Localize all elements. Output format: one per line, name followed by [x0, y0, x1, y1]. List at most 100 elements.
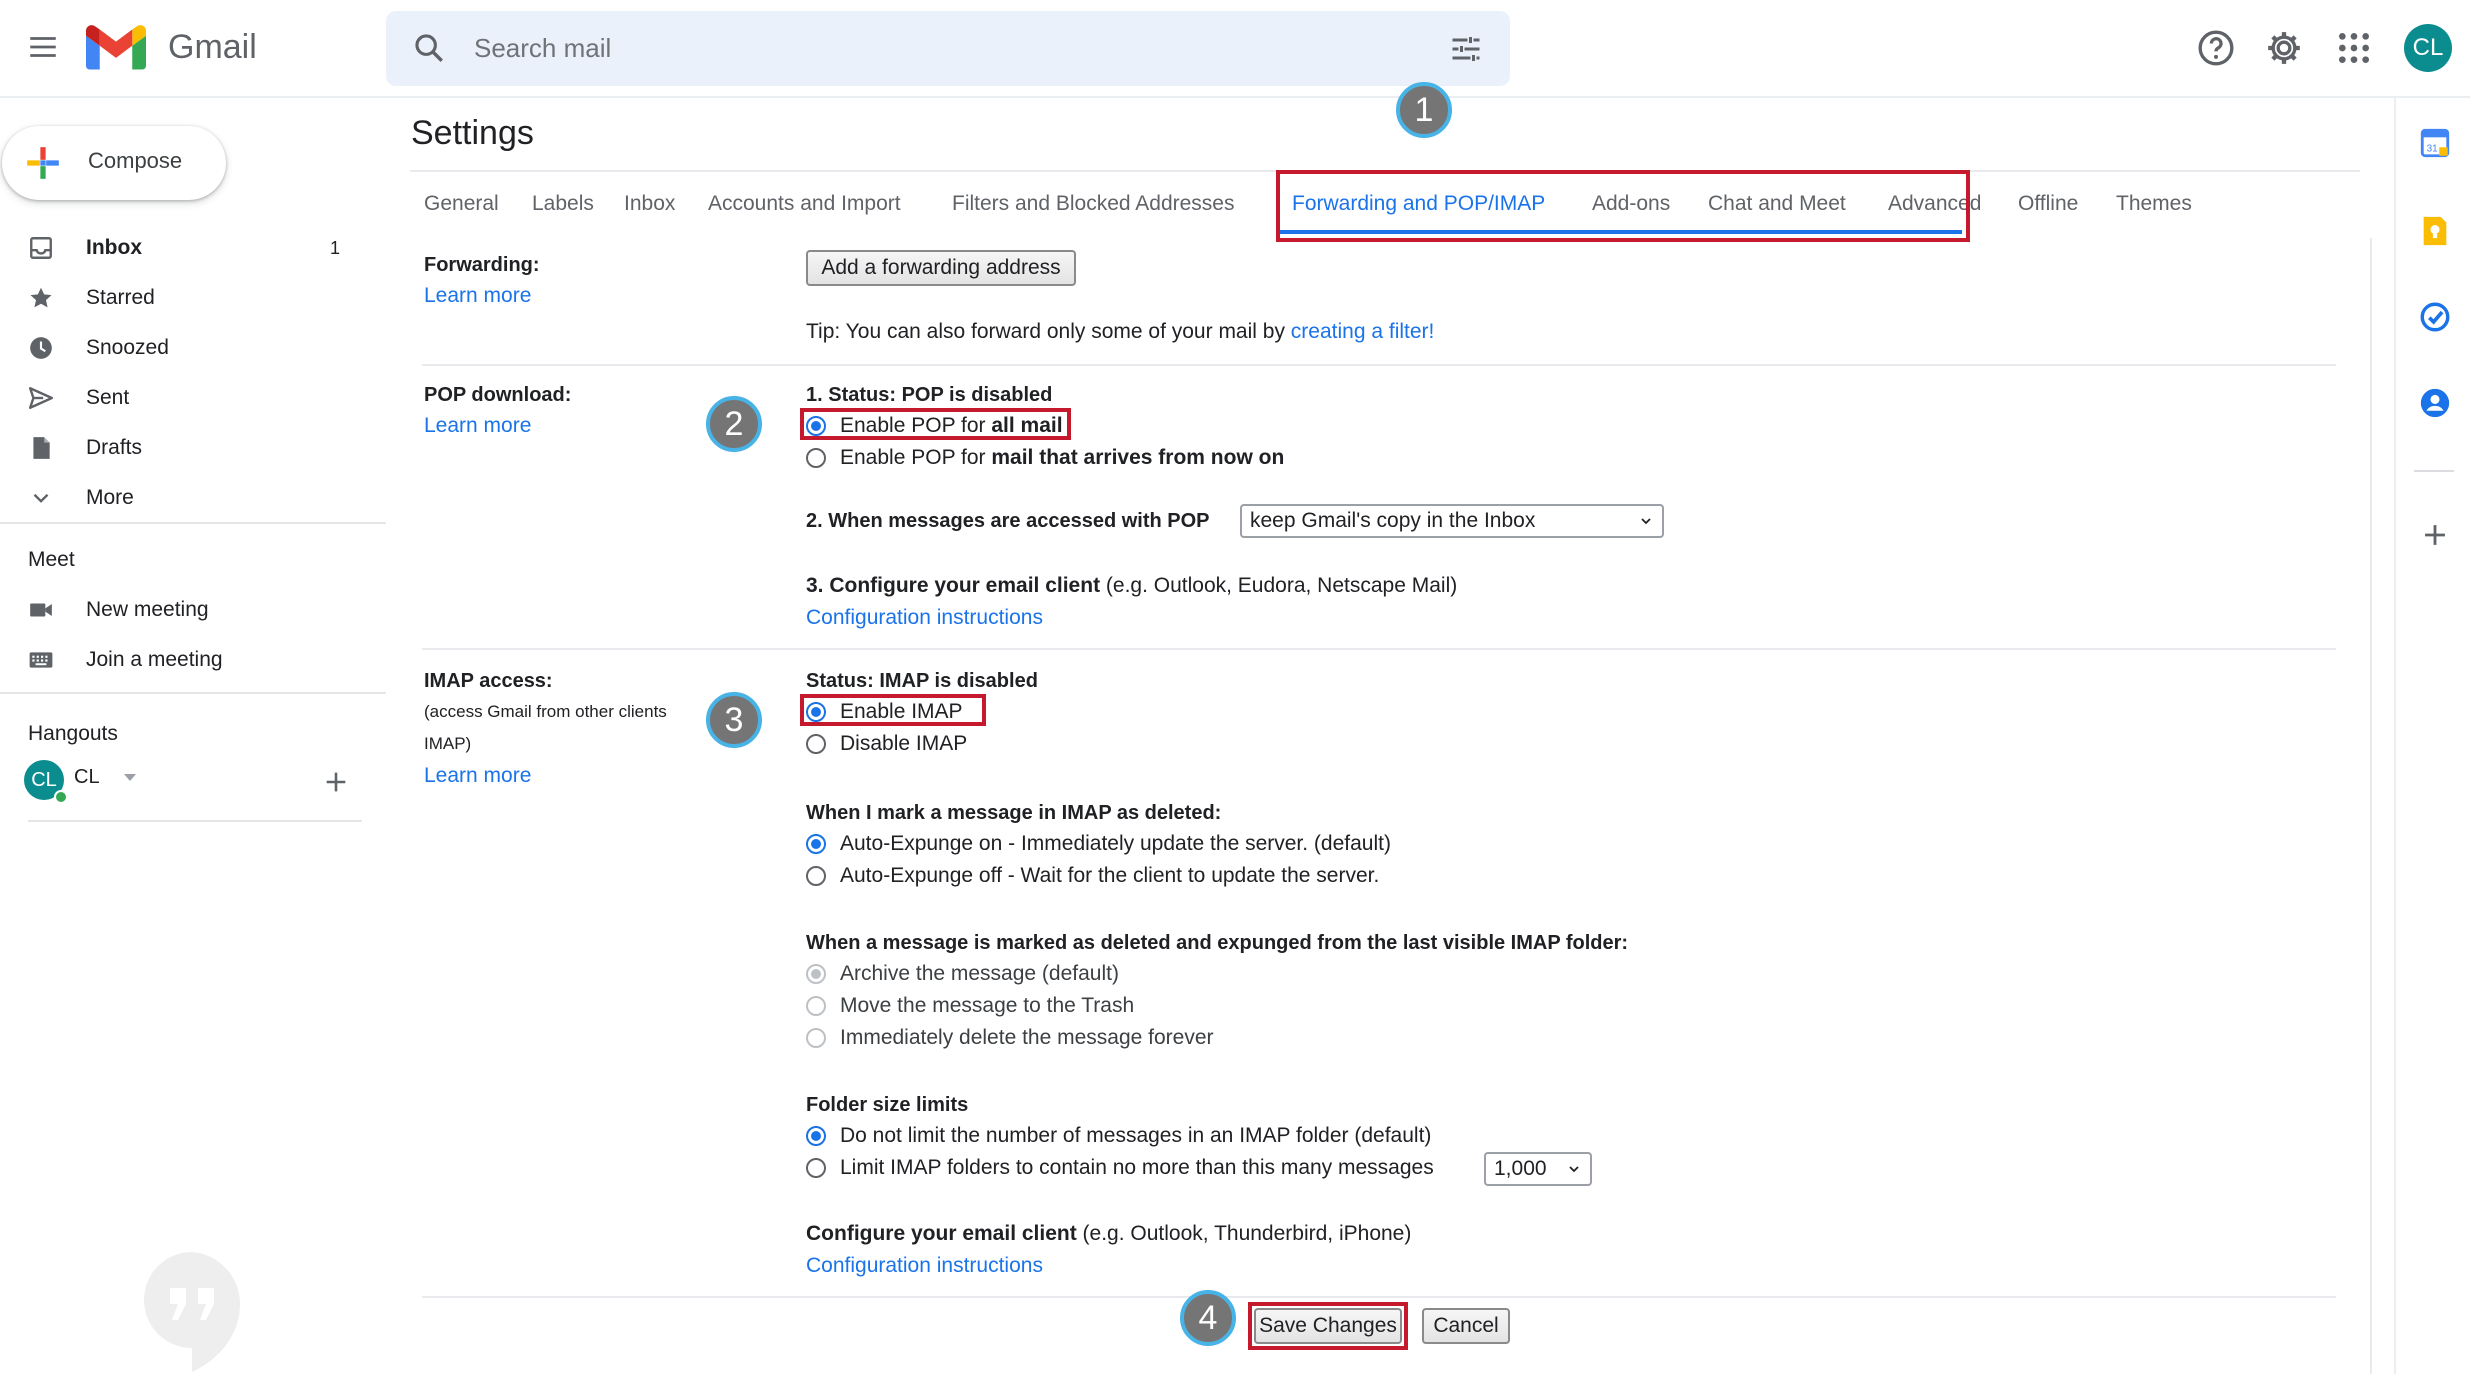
archive-message-radio[interactable]: [806, 964, 826, 984]
auto-expunge-on-radio[interactable]: [806, 834, 826, 854]
option-bold-text: mail that arrives from now on: [991, 446, 1285, 469]
tab-general[interactable]: General: [424, 192, 499, 216]
search-input[interactable]: Search mail: [474, 33, 611, 64]
imap-enable-radio[interactable]: [806, 702, 826, 722]
auto-expunge-off-radio[interactable]: [806, 866, 826, 886]
search-bar[interactable]: Search mail: [386, 11, 1510, 86]
sidebar-item-starred[interactable]: Starred: [0, 274, 350, 322]
sidebar-item-label: Snoozed: [86, 336, 169, 359]
tab-accounts[interactable]: Accounts and Import: [708, 192, 901, 216]
sidebar-item-new-meeting[interactable]: New meeting: [0, 586, 350, 634]
pop-all-mail-radio[interactable]: [806, 416, 826, 436]
step-marker-2: 2: [706, 396, 762, 452]
pop-learn-more-link[interactable]: Learn more: [424, 414, 531, 438]
imap-sublabel-line2: IMAP): [424, 734, 472, 753]
divider: [410, 170, 2360, 172]
move-to-trash-radio[interactable]: [806, 996, 826, 1016]
pop-configure-text: 3. Configure your email client (e.g. Out…: [806, 574, 1457, 598]
sidebar-item-more[interactable]: More: [0, 474, 350, 522]
sidebar-item-sent[interactable]: Sent: [0, 374, 350, 422]
keep-icon[interactable]: [2418, 214, 2452, 248]
sidebar-item-label: New meeting: [86, 598, 209, 621]
select-value: 1,000: [1494, 1157, 1547, 1180]
tab-addons[interactable]: Add-ons: [1592, 192, 1670, 216]
unread-count: 1: [330, 238, 341, 258]
left-nav: Compose Inbox 1 Starred Snoozed Sent Dra…: [0, 98, 386, 1374]
sidebar-item-join-meeting[interactable]: Join a meeting: [0, 636, 350, 684]
hangouts-user-name[interactable]: CL: [74, 766, 100, 789]
menu-icon[interactable]: [26, 30, 60, 64]
tab-themes[interactable]: Themes: [2116, 192, 2192, 216]
tab-advanced[interactable]: Advanced: [1888, 192, 1981, 216]
add-addon-icon[interactable]: [2418, 518, 2452, 552]
divider: [0, 692, 386, 694]
cancel-button[interactable]: Cancel: [1422, 1308, 1510, 1344]
sidebar-item-label: Sent: [86, 386, 130, 409]
app-name: Gmail: [168, 28, 257, 66]
gmail-logo[interactable]: [86, 22, 146, 72]
no-limit-label[interactable]: Do not limit the number of messages in a…: [840, 1124, 1431, 1148]
tab-forwarding-pop-imap[interactable]: Forwarding and POP/IMAP: [1292, 192, 1545, 216]
limit-folders-radio[interactable]: [806, 1158, 826, 1178]
no-limit-radio[interactable]: [806, 1126, 826, 1146]
delete-forever-label[interactable]: Immediately delete the message forever: [840, 1026, 1214, 1050]
pop-from-now-label[interactable]: Enable POP for mail that arrives from no…: [840, 446, 1284, 470]
auto-expunge-off-label[interactable]: Auto-Expunge off - Wait for the client t…: [840, 864, 1379, 888]
compose-label: Compose: [88, 148, 183, 173]
save-changes-button[interactable]: Save Changes: [1254, 1308, 1402, 1344]
tip-text: Tip: You can also forward only some of y…: [806, 320, 1291, 343]
sidebar-item-drafts[interactable]: Drafts: [0, 424, 350, 472]
forwarding-tip: Tip: You can also forward only some of y…: [806, 320, 1434, 344]
settings-main: Settings General Labels Inbox Accounts a…: [386, 82, 2386, 1374]
sidebar-item-inbox[interactable]: Inbox 1: [0, 224, 350, 272]
avatar[interactable]: CL: [2404, 24, 2452, 72]
pop-from-now-radio[interactable]: [806, 448, 826, 468]
tab-filters[interactable]: Filters and Blocked Addresses: [952, 192, 1234, 216]
option-bold-text: all mail: [991, 414, 1063, 437]
configure-rest: (e.g. Outlook, Thunderbird, iPhone): [1076, 1222, 1412, 1245]
imap-enable-label[interactable]: Enable IMAP: [840, 700, 963, 724]
imap-disable-label[interactable]: Disable IMAP: [840, 732, 967, 756]
apps-grid-icon[interactable]: [2334, 28, 2374, 68]
tab-inbox[interactable]: Inbox: [624, 192, 675, 216]
move-to-trash-label[interactable]: Move the message to the Trash: [840, 994, 1134, 1018]
imap-config-instructions-link[interactable]: Configuration instructions: [806, 1254, 1043, 1278]
imap-status: Status: IMAP is disabled: [806, 670, 1038, 692]
folder-limit-select[interactable]: 1,000: [1484, 1152, 1592, 1186]
limit-folders-label[interactable]: Limit IMAP folders to contain no more th…: [840, 1156, 1434, 1180]
contacts-icon[interactable]: [2418, 386, 2452, 420]
forwarding-learn-more-link[interactable]: Learn more: [424, 284, 531, 308]
option-text: Enable POP for: [840, 414, 992, 437]
keyboard-icon: [29, 652, 53, 668]
auto-expunge-on-label[interactable]: Auto-Expunge on - Immediately update the…: [840, 832, 1391, 856]
tasks-icon[interactable]: [2418, 300, 2452, 334]
sidebar-item-snoozed[interactable]: Snoozed: [0, 324, 350, 372]
search-options-icon[interactable]: [1448, 31, 1484, 67]
pop-all-mail-label[interactable]: Enable POP for all mail: [840, 414, 1063, 438]
help-icon[interactable]: [2196, 28, 2236, 68]
imap-learn-more-link[interactable]: Learn more: [424, 764, 531, 788]
delete-forever-radio[interactable]: [806, 1028, 826, 1048]
draft-icon: [33, 437, 50, 459]
configure-rest: (e.g. Outlook, Eudora, Netscape Mail): [1100, 574, 1458, 597]
create-filter-link[interactable]: creating a filter!: [1291, 320, 1435, 343]
imap-sublabel-line1: (access Gmail from other clients: [424, 702, 667, 721]
calendar-icon[interactable]: 31: [2418, 126, 2452, 160]
compose-button[interactable]: Compose: [2, 126, 226, 200]
pop-config-instructions-link[interactable]: Configuration instructions: [806, 606, 1043, 630]
chevron-down-icon: [1569, 1166, 1579, 1173]
add-icon[interactable]: [322, 768, 350, 796]
tab-labels[interactable]: Labels: [532, 192, 594, 216]
search-icon[interactable]: [412, 31, 446, 65]
pop-accessed-select[interactable]: keep Gmail's copy in the Inbox: [1240, 504, 1664, 538]
tab-offline[interactable]: Offline: [2018, 192, 2078, 216]
archive-message-label[interactable]: Archive the message (default): [840, 962, 1119, 986]
gear-icon[interactable]: [2264, 28, 2304, 68]
chevron-down-icon: [1641, 518, 1651, 525]
tab-chat-meet[interactable]: Chat and Meet: [1708, 192, 1846, 216]
add-forwarding-address-button[interactable]: Add a forwarding address: [806, 250, 1076, 286]
imap-expunged-title: When a message is marked as deleted and …: [806, 932, 1629, 954]
imap-disable-radio[interactable]: [806, 734, 826, 754]
caret-down-icon[interactable]: [124, 774, 136, 781]
divider: [422, 648, 2336, 650]
